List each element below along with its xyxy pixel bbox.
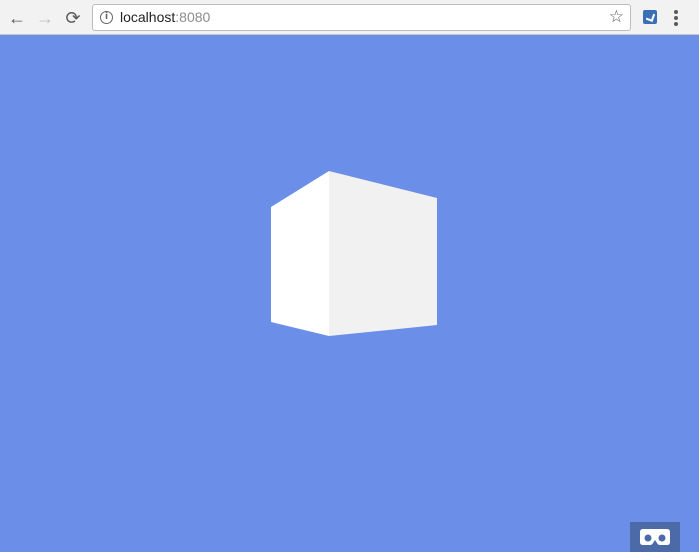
vr-goggles-icon xyxy=(640,529,670,545)
cube xyxy=(271,171,437,336)
reload-icon: ⟳ xyxy=(65,8,81,28)
enter-vr-button[interactable] xyxy=(630,522,680,552)
browser-toolbar: ← → ⟳ i localhost:8080 ☆ xyxy=(0,0,699,35)
arrow-right-icon: → xyxy=(36,8,54,28)
extension-icon[interactable] xyxy=(643,10,657,24)
address-bar[interactable]: i localhost:8080 ☆ xyxy=(92,4,631,31)
kebab-menu-icon[interactable] xyxy=(674,10,678,26)
webgl-canvas[interactable] xyxy=(0,35,699,552)
star-icon[interactable]: ☆ xyxy=(609,7,624,27)
cube-right-face xyxy=(329,171,437,336)
url-text[interactable]: localhost:8080 xyxy=(120,9,210,25)
arrow-left-icon: ← xyxy=(8,8,26,28)
back-button[interactable]: ← xyxy=(5,6,29,30)
forward-button[interactable]: → xyxy=(33,6,57,30)
cube-left-face xyxy=(271,171,329,336)
reload-button[interactable]: ⟳ xyxy=(61,6,85,30)
url-port: :8080 xyxy=(175,9,211,25)
info-icon[interactable]: i xyxy=(100,11,113,24)
url-host: localhost xyxy=(120,9,176,25)
